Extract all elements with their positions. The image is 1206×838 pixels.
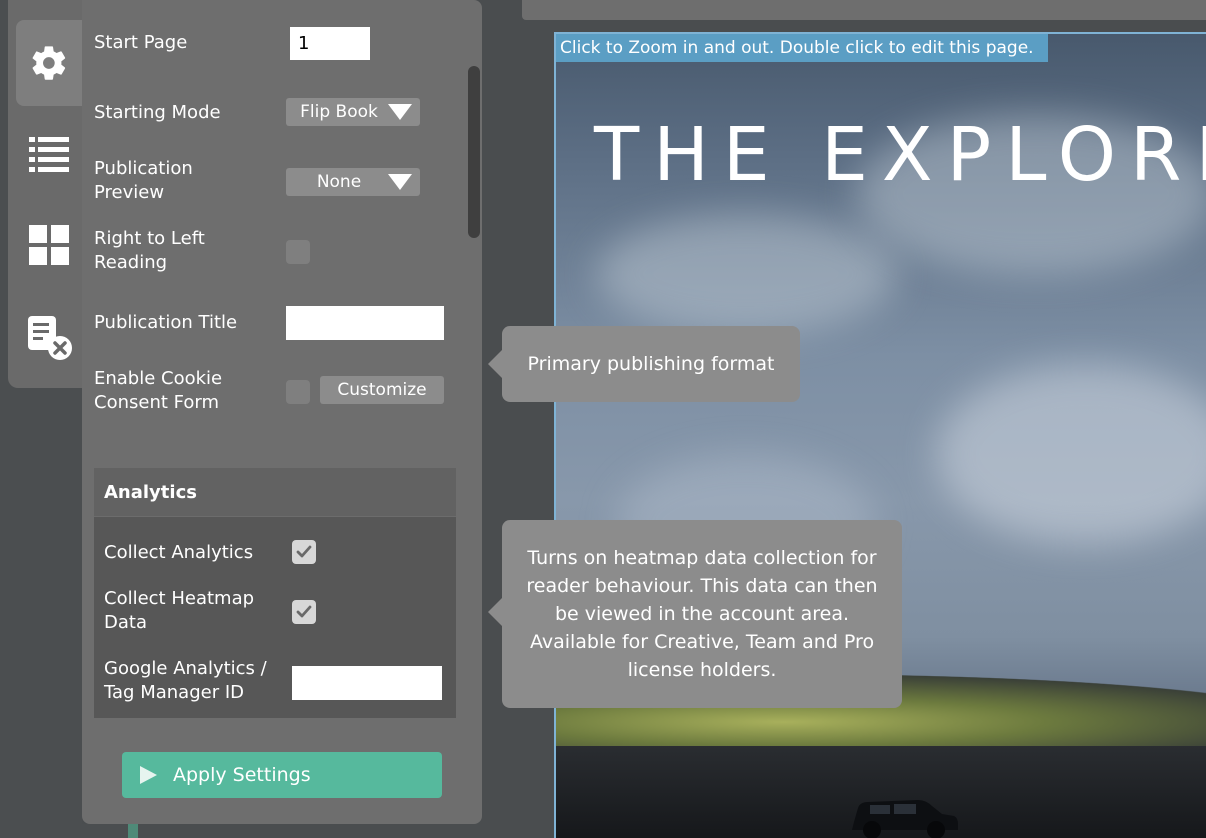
heatmap-tooltip: Turns on heatmap data collection for rea… bbox=[488, 520, 902, 708]
rtl-reading-label: Right to Left Reading bbox=[94, 228, 205, 273]
vehicle-image bbox=[852, 800, 958, 838]
publication-preview-label: Publication Preview bbox=[94, 158, 193, 203]
remove-document-icon bbox=[28, 316, 72, 360]
cookie-consent-checkbox[interactable] bbox=[286, 380, 310, 404]
zoom-hint-bar: Click to Zoom in and out. Double click t… bbox=[556, 34, 1048, 62]
heatmap-tooltip-text: Turns on heatmap data collection for rea… bbox=[526, 547, 878, 681]
collect-analytics-label: Collect Analytics bbox=[104, 542, 254, 563]
starting-mode-value: Flip Book bbox=[300, 102, 378, 122]
rail-remove-document-button[interactable] bbox=[16, 294, 82, 380]
chevron-down-icon bbox=[388, 104, 412, 120]
starting-mode-select[interactable]: Flip Book bbox=[286, 98, 420, 126]
collect-heatmap-label: Collect Heatmap Data bbox=[104, 588, 255, 633]
start-page-label: Start Page bbox=[94, 32, 188, 53]
gear-icon bbox=[32, 46, 66, 80]
publication-title-input[interactable] bbox=[286, 306, 444, 340]
publication-preview-value: None bbox=[316, 172, 362, 192]
panel-scrollbar[interactable] bbox=[468, 66, 480, 238]
rail-list-button[interactable] bbox=[16, 112, 82, 198]
settings-icon-rail bbox=[8, 0, 82, 388]
ga-tag-id-input[interactable] bbox=[292, 666, 442, 700]
collect-heatmap-checkbox[interactable] bbox=[292, 600, 316, 624]
primary-format-tooltip-text: Primary publishing format bbox=[527, 353, 775, 375]
customize-button[interactable]: Customize bbox=[320, 376, 444, 404]
rtl-reading-checkbox[interactable] bbox=[286, 240, 310, 264]
primary-format-tooltip: Primary publishing format bbox=[488, 326, 800, 402]
list-icon bbox=[29, 137, 69, 172]
check-icon bbox=[296, 605, 312, 618]
analytics-heading: Analytics bbox=[94, 468, 456, 517]
check-icon bbox=[296, 545, 312, 558]
start-page-input[interactable] bbox=[290, 27, 370, 60]
cookie-consent-label: Enable Cookie Consent Form bbox=[94, 368, 223, 413]
bottom-edge-fragment bbox=[82, 824, 138, 838]
rail-settings-button[interactable] bbox=[16, 20, 82, 106]
analytics-section: Analytics Collect Analytics Collect Heat… bbox=[94, 468, 456, 718]
apply-settings-button[interactable]: Apply Settings bbox=[122, 752, 442, 798]
collect-analytics-checkbox[interactable] bbox=[292, 540, 316, 564]
publication-preview-select[interactable]: None bbox=[286, 168, 420, 196]
chevron-down-icon bbox=[388, 174, 412, 190]
grid-icon bbox=[29, 225, 69, 265]
publication-page-preview[interactable]: Click to Zoom in and out. Double click t… bbox=[554, 32, 1206, 838]
play-icon bbox=[140, 766, 157, 784]
publication-title-label: Publication Title bbox=[94, 312, 238, 333]
ga-tag-id-label: Google Analytics / Tag Manager ID bbox=[104, 658, 267, 703]
preview-top-bar bbox=[522, 0, 1206, 20]
starting-mode-label: Starting Mode bbox=[94, 102, 221, 123]
apply-settings-label: Apply Settings bbox=[173, 764, 311, 786]
cover-title: THE EXPLORER bbox=[594, 112, 1206, 198]
rail-grid-button[interactable] bbox=[16, 202, 82, 288]
